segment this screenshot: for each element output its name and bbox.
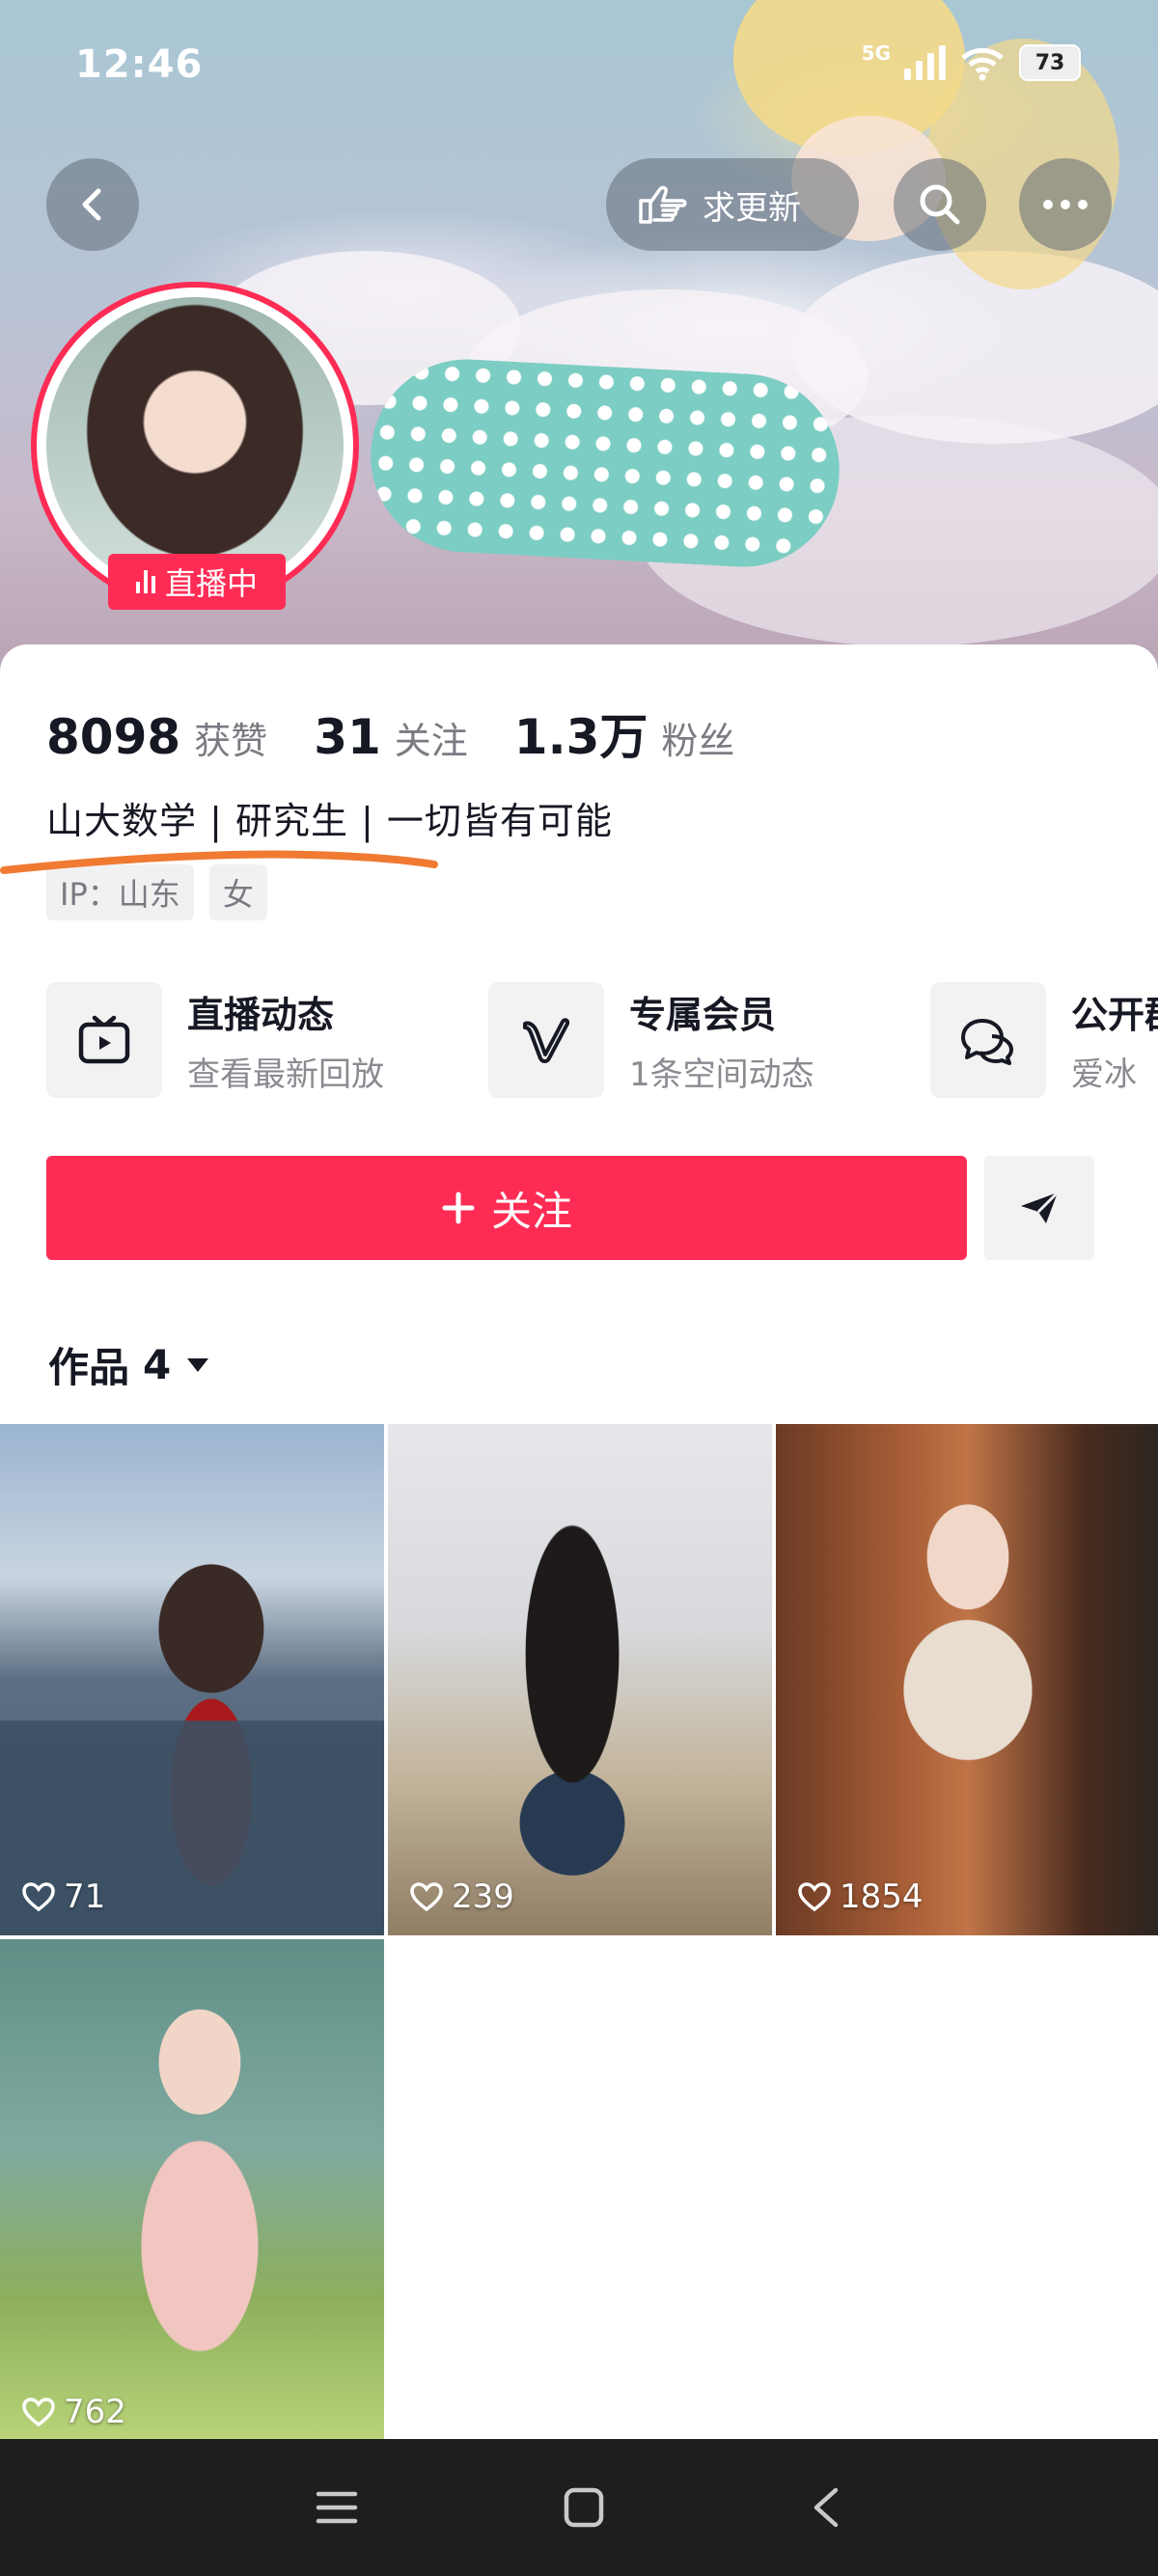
following-count[interactable]: 31 <box>314 709 381 765</box>
system-nav-bar <box>0 2439 1158 2576</box>
likes-count-label: 239 <box>452 1877 514 1916</box>
back-nav-icon[interactable] <box>809 2486 843 2529</box>
works-grid: 71 239 1854 762 <box>0 1424 1158 2451</box>
video-likes: 1854 <box>797 1877 924 1916</box>
shortcut-title: 专属会员 <box>629 994 777 1036</box>
video-likes: 71 <box>21 1877 105 1916</box>
video-thumbnail[interactable]: 762 <box>0 1939 384 2451</box>
works-count: 4 <box>143 1341 172 1388</box>
search-icon <box>920 184 960 225</box>
live-bars-icon <box>135 570 155 593</box>
caret-down-icon <box>187 1357 209 1372</box>
home-icon[interactable] <box>563 2486 605 2529</box>
battery-indicator: 73 <box>1019 44 1081 81</box>
follow-label: 关注 <box>490 1187 572 1235</box>
followers-label[interactable]: 粉丝 <box>661 711 734 764</box>
heart-icon <box>22 2398 55 2427</box>
hand-drawn-underline <box>0 850 438 874</box>
system-icons: 5G 73 <box>861 41 1081 81</box>
video-likes: 762 <box>21 2393 126 2431</box>
profile-bio: 山大数学 | 研究生 | 一切皆有可能 <box>46 800 613 842</box>
network-type: 5G <box>861 41 891 65</box>
works-label: 作品 <box>48 1344 130 1391</box>
avatar[interactable] <box>46 297 344 594</box>
heart-icon <box>798 1882 831 1912</box>
v-icon <box>523 1018 570 1063</box>
works-tab[interactable]: 作品 4 <box>48 1335 211 1394</box>
follow-button[interactable]: 关注 <box>46 1156 967 1260</box>
video-thumbnail[interactable]: 239 <box>388 1424 772 1935</box>
shortcuts-row: 直播动态 查看最新回放 专属会员 1条空间动态 公开群 爱冰 <box>46 982 1158 1098</box>
wifi-icon <box>961 47 1004 81</box>
likes-count-label: 71 <box>64 1877 106 1916</box>
shortcut-icon-box <box>930 982 1046 1098</box>
shortcut-icon-box <box>46 982 162 1098</box>
profile-stats: 8098 获赞 31 关注 1.3万 粉丝 <box>46 699 781 768</box>
following-label[interactable]: 关注 <box>395 711 468 764</box>
back-button[interactable] <box>46 158 139 251</box>
shortcut-live-updates[interactable]: 直播动态 查看最新回放 <box>46 982 488 1098</box>
likes-count: 8098 <box>46 709 181 765</box>
likes-label: 获赞 <box>194 720 268 762</box>
menu-icon[interactable] <box>315 2488 359 2527</box>
shortcut-subtitle: 1条空间动态 <box>629 1055 814 1094</box>
more-button[interactable] <box>1019 158 1112 251</box>
request-update-label: 求更新 <box>703 188 801 228</box>
shortcut-icon-box <box>488 982 604 1098</box>
followers-count[interactable]: 1.3万 <box>514 699 648 768</box>
shortcut-subtitle: 爱冰 <box>1071 1055 1137 1094</box>
tv-icon <box>78 1015 130 1064</box>
plus-icon <box>442 1192 475 1224</box>
request-update-button[interactable]: 求更新 <box>606 158 859 251</box>
likes-count-label: 1854 <box>840 1877 924 1916</box>
shortcut-subtitle: 查看最新回放 <box>187 1055 384 1094</box>
signal-icon <box>904 45 946 80</box>
shortcut-membership[interactable]: 专属会员 1条空间动态 <box>488 982 930 1098</box>
more-dots-icon <box>1043 200 1088 209</box>
profile-card: 8098 获赞 31 关注 1.3万 粉丝 山大数学 | 研究生 | 一切皆有可… <box>0 644 1158 2451</box>
send-icon <box>1021 1191 1060 1223</box>
search-button[interactable] <box>894 158 986 251</box>
shortcut-title: 公开群 <box>1071 994 1158 1036</box>
video-likes: 239 <box>409 1877 514 1916</box>
pointing-hand-icon <box>639 185 687 224</box>
heart-icon <box>22 1882 55 1912</box>
live-badge[interactable]: 直播中 <box>108 554 286 610</box>
heart-icon <box>410 1882 443 1912</box>
shortcut-public-group[interactable]: 公开群 爱冰 <box>930 982 1158 1098</box>
shortcut-title: 直播动态 <box>187 994 335 1036</box>
chat-icon <box>961 1019 1013 1065</box>
live-badge-label: 直播中 <box>164 565 258 602</box>
name-redaction-sticker <box>366 354 844 572</box>
status-bar: 12:46 5G 73 <box>0 0 1158 135</box>
message-button[interactable] <box>984 1156 1094 1260</box>
video-thumbnail[interactable]: 1854 <box>776 1424 1158 1935</box>
video-thumbnail[interactable]: 71 <box>0 1424 384 1935</box>
status-time: 12:46 <box>75 42 204 87</box>
chevron-left-icon <box>82 188 101 221</box>
likes-count-label: 762 <box>64 2393 126 2431</box>
